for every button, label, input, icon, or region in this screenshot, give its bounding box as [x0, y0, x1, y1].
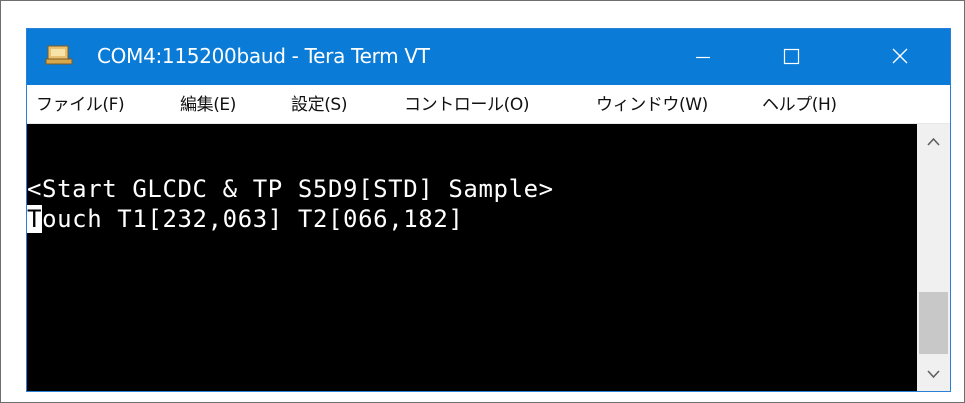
scroll-down-button[interactable] [917, 357, 950, 391]
terminal-line-2: Touch T1[232,063] T2[066,182] [27, 204, 463, 234]
chevron-down-icon [927, 370, 940, 379]
menu-edit[interactable]: 編集(E) [180, 94, 236, 116]
maximize-button[interactable] [755, 29, 827, 85]
menu-settings[interactable]: 設定(S) [291, 94, 347, 116]
close-button[interactable] [865, 29, 937, 85]
scroll-thumb[interactable] [919, 292, 948, 354]
vertical-scrollbar[interactable] [917, 124, 950, 391]
chevron-up-icon [927, 137, 940, 146]
menu-window[interactable]: ウィンドウ(W) [596, 94, 708, 116]
scroll-up-button[interactable] [917, 124, 950, 158]
menu-help[interactable]: ヘルプ(H) [762, 94, 837, 116]
minimize-button[interactable] [667, 29, 739, 85]
minimize-icon [696, 56, 710, 59]
terminal-cursor: T [27, 205, 43, 233]
window-title: COM4:115200baud - Tera Term VT [97, 44, 430, 68]
title-bar[interactable]: COM4:115200baud - Tera Term VT [27, 29, 950, 85]
tera-term-window: COM4:115200baud - Tera Term VT ファイル(F) 編… [26, 28, 951, 392]
tera-term-app-icon[interactable] [45, 44, 73, 66]
terminal-screen[interactable]: <Start GLCDC & TP S5D9[STD] Sample> Touc… [27, 124, 917, 391]
terminal-line-1: <Start GLCDC & TP S5D9[STD] Sample> [27, 175, 554, 203]
maximize-icon [783, 48, 800, 65]
menu-control[interactable]: コントロール(O) [404, 94, 529, 116]
menu-bar: ファイル(F) 編集(E) 設定(S) コントロール(O) ウィンドウ(W) ヘ… [27, 85, 950, 124]
close-icon [892, 48, 908, 64]
menu-file[interactable]: ファイル(F) [36, 94, 125, 116]
terminal-line-2-text: ouch T1[232,063] T2[066,182] [42, 205, 464, 233]
